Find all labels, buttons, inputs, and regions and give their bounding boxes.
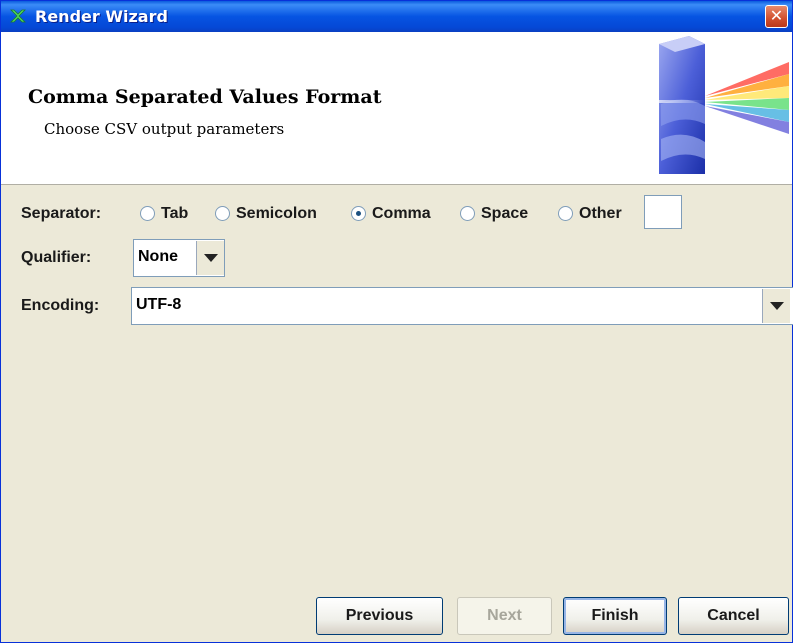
qualifier-combobox[interactable]: None (133, 239, 225, 277)
radio-label: Semicolon (236, 205, 317, 222)
title-bar[interactable]: Render Wizard ✕ (1, 1, 792, 32)
other-separator-input[interactable] (644, 195, 682, 229)
qualifier-label: Qualifier: (21, 249, 92, 266)
radio-selected-dot (356, 211, 361, 216)
qualifier-dropdown-button[interactable] (196, 241, 224, 275)
radio-circle[interactable] (140, 206, 155, 221)
radio-circle[interactable] (460, 206, 475, 221)
radio-circle[interactable] (215, 206, 230, 221)
cancel-button[interactable]: Cancel (678, 597, 789, 635)
window-title: Render Wizard (35, 7, 168, 26)
encoding-value: UTF-8 (136, 296, 182, 313)
prism-graphic-icon (645, 36, 789, 174)
chevron-down-icon (770, 302, 784, 310)
encoding-label: Encoding: (21, 297, 100, 314)
finish-button[interactable]: Finish (563, 597, 667, 635)
page-title: Comma Separated Values Format (28, 86, 382, 108)
render-wizard-icon (10, 9, 26, 23)
encoding-combobox[interactable]: UTF-8 (131, 287, 793, 325)
close-icon: ✕ (769, 6, 784, 25)
qualifier-value: None (138, 248, 178, 265)
render-wizard-dialog: Render Wizard ✕ Comma Separated Values F… (0, 0, 793, 643)
encoding-dropdown-button[interactable] (762, 289, 790, 323)
separator-label: Separator: (21, 205, 102, 222)
chevron-down-icon (204, 254, 218, 262)
radio-label: Tab (161, 205, 189, 222)
radio-label: Comma (372, 205, 431, 222)
radio-label: Space (481, 205, 529, 222)
wizard-header: Comma Separated Values Format Choose CSV… (1, 32, 792, 185)
radio-circle-selected[interactable] (351, 206, 366, 221)
next-button[interactable]: Next (457, 597, 552, 635)
previous-button[interactable]: Previous (316, 597, 443, 635)
radio-circle[interactable] (558, 206, 573, 221)
page-subtitle: Choose CSV output parameters (44, 120, 285, 138)
close-button[interactable]: ✕ (765, 5, 788, 28)
radio-label: Other (579, 205, 622, 222)
